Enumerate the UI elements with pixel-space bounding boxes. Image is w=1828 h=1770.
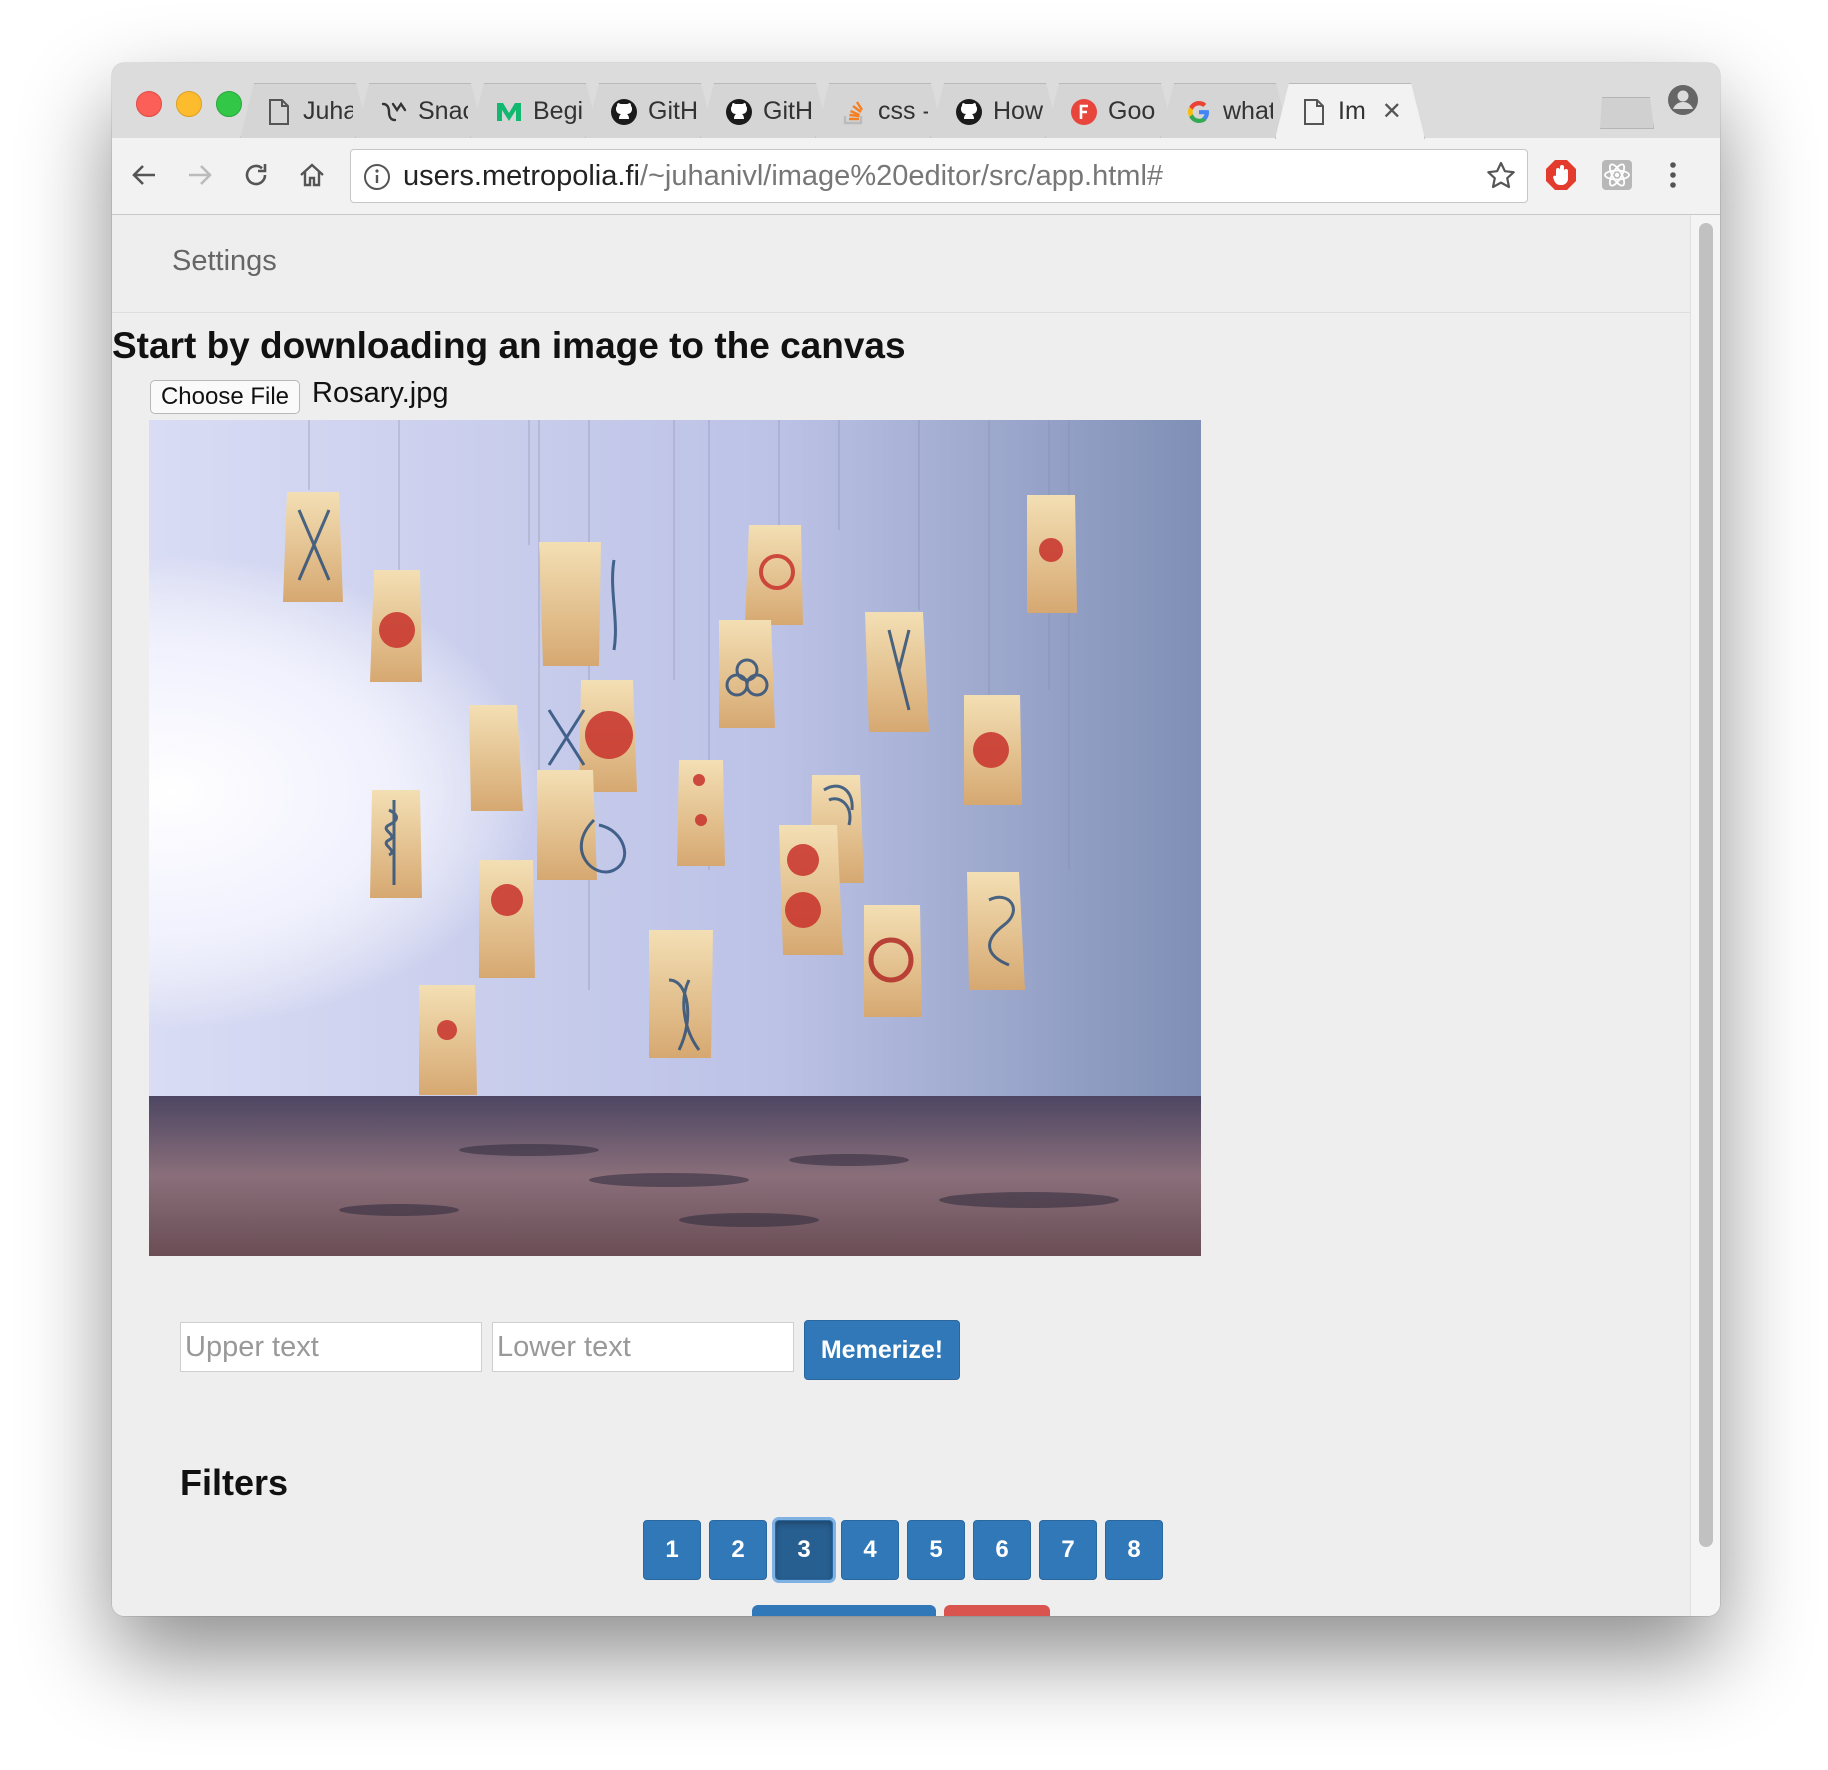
minimize-window-button[interactable]	[176, 91, 202, 117]
profile-icon[interactable]	[1666, 83, 1700, 117]
nav-settings-link[interactable]: Settings	[172, 245, 277, 278]
scrollbar-thumb[interactable]	[1699, 223, 1713, 1547]
filters-heading: Filters	[180, 1462, 289, 1503]
tab-1[interactable]: Juha	[240, 83, 370, 139]
home-icon	[300, 163, 324, 187]
tab-6[interactable]: css -	[815, 83, 945, 139]
tab-label: Begi	[533, 97, 583, 125]
browser-window: Juha Snac Begi GitH GitH	[112, 63, 1720, 1616]
tab-label: css -	[878, 97, 928, 125]
tab-4[interactable]: GitH	[585, 83, 715, 139]
tab-label: GitH	[648, 97, 698, 125]
choose-file-button[interactable]: Choose File	[150, 380, 300, 414]
info-icon[interactable]	[363, 163, 391, 191]
google-icon	[1185, 98, 1213, 126]
danger-action-button-partial[interactable]	[944, 1605, 1050, 1616]
new-tab-button[interactable]	[1592, 97, 1654, 129]
filter-button-7[interactable]: 7	[1039, 1520, 1097, 1580]
filter-button-2[interactable]: 2	[709, 1520, 767, 1580]
firebase-f-icon	[1070, 98, 1098, 126]
page-icon	[1300, 98, 1328, 126]
back-button[interactable]	[126, 157, 162, 193]
medium-icon	[495, 98, 523, 126]
tab-label: Im	[1338, 97, 1366, 125]
reload-icon	[245, 164, 267, 186]
address-bar[interactable]: users.metropolia.fi/~juhanivl/image%20ed…	[350, 149, 1528, 203]
memerize-button[interactable]: Memerize!	[804, 1320, 960, 1380]
filter-button-group: 1 2 3 4 5 6 7 8	[643, 1520, 1163, 1580]
filter-button-5[interactable]: 5	[907, 1520, 965, 1580]
page-scrollbar[interactable]	[1690, 215, 1720, 1616]
tab-label: Goo	[1108, 97, 1156, 125]
upper-text-input[interactable]	[180, 1322, 482, 1372]
arrow-left-icon	[132, 165, 155, 185]
lower-text-input[interactable]	[492, 1322, 794, 1372]
page-icon	[265, 98, 293, 126]
react-devtools-extension-icon[interactable]	[1598, 156, 1636, 194]
url-host: users.metropolia.fi	[403, 160, 640, 192]
zoom-window-button[interactable]	[216, 91, 242, 117]
page-heading: Start by downloading an image to the can…	[112, 325, 906, 366]
page-viewport: Settings Start by downloading an image t…	[112, 215, 1690, 1616]
rosary-artwork-image	[149, 420, 1201, 1256]
tab-label: How	[993, 97, 1043, 125]
home-button[interactable]	[294, 157, 330, 193]
filter-button-1[interactable]: 1	[643, 1520, 701, 1580]
github-icon	[725, 98, 753, 126]
filter-button-8[interactable]: 8	[1105, 1520, 1163, 1580]
tab-3[interactable]: Begi	[470, 83, 600, 139]
selected-file-name: Rosary.jpg	[312, 377, 449, 409]
primary-action-button-partial[interactable]	[752, 1605, 936, 1616]
tab-10-active[interactable]: Im ✕	[1275, 83, 1425, 139]
close-window-button[interactable]	[136, 91, 162, 117]
close-tab-icon[interactable]: ✕	[1382, 97, 1402, 126]
tab-9[interactable]: what	[1160, 83, 1290, 139]
browser-toolbar: users.metropolia.fi/~juhanivl/image%20ed…	[112, 138, 1720, 215]
tab-strip: Juha Snac Begi GitH GitH	[112, 63, 1720, 138]
tab-label: Snac	[418, 97, 463, 125]
tab-label: Juha	[303, 97, 353, 125]
tab-2[interactable]: Snac	[355, 83, 485, 139]
snack-icon	[380, 98, 408, 126]
adblock-extension-icon[interactable]	[1542, 156, 1580, 194]
url-path: /~juhanivl/image%20editor/src/app.html#	[639, 160, 1164, 192]
filter-button-3[interactable]: 3	[775, 1520, 833, 1580]
url-text[interactable]: users.metropolia.fi/~juhanivl/image%20ed…	[403, 160, 1163, 193]
tab-label: what	[1223, 97, 1273, 125]
github-icon	[610, 98, 638, 126]
tab-label: GitH	[763, 97, 813, 125]
stackoverflow-icon	[840, 98, 868, 126]
github-icon	[955, 98, 983, 126]
tab-5[interactable]: GitH	[700, 83, 830, 139]
reload-button[interactable]	[238, 157, 274, 193]
navbar-divider	[112, 312, 1690, 313]
tab-8[interactable]: Goo	[1045, 83, 1175, 139]
image-canvas[interactable]	[149, 420, 1201, 1256]
filter-button-4[interactable]: 4	[841, 1520, 899, 1580]
forward-button[interactable]	[182, 157, 218, 193]
menu-kebab-icon[interactable]	[1654, 156, 1692, 194]
tab-7[interactable]: How	[930, 83, 1060, 139]
filter-button-6[interactable]: 6	[973, 1520, 1031, 1580]
bookmark-star-icon[interactable]	[1485, 160, 1517, 192]
arrow-right-icon	[189, 165, 212, 185]
